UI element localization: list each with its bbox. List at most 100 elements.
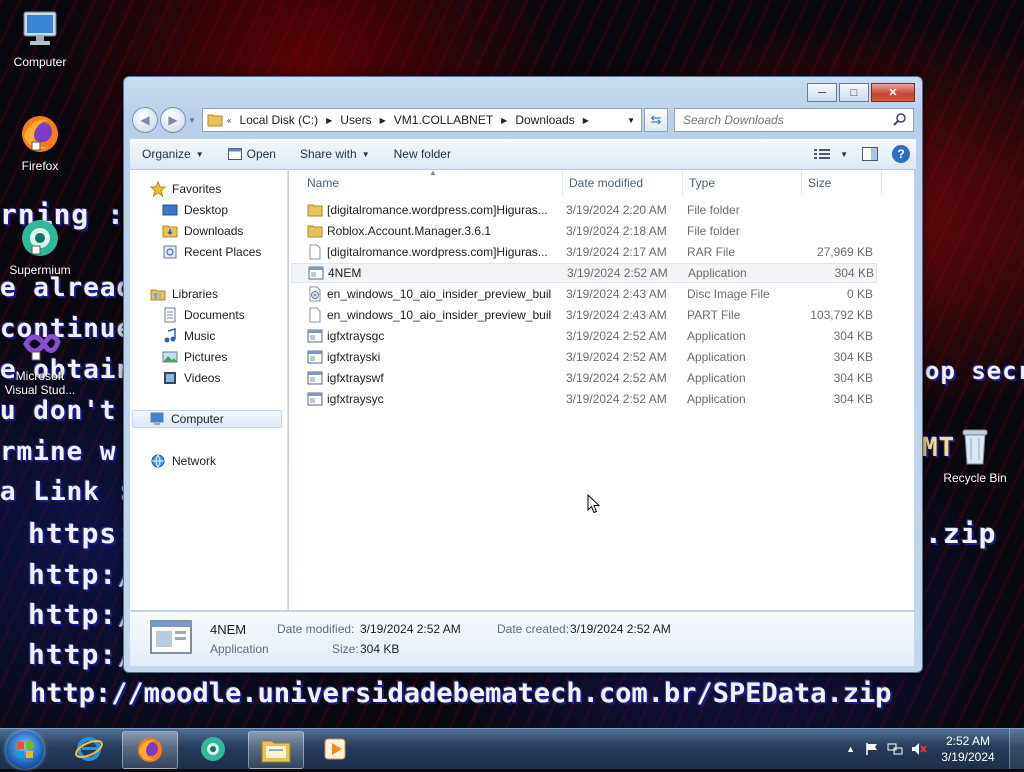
breadcrumb-users[interactable]: Users xyxy=(336,113,375,127)
breadcrumb-separator-icon[interactable]: ▶ xyxy=(579,116,593,125)
desktop-icon-computer[interactable]: Computer xyxy=(0,8,80,69)
open-label: Open xyxy=(246,147,276,161)
wallpaper-text: a Link : xyxy=(0,477,134,507)
table-row[interactable]: [digitalromance.wordpress.com]Higuras...… xyxy=(291,242,877,262)
new-folder-button[interactable]: New folder xyxy=(382,142,463,166)
nav-label: Computer xyxy=(171,412,224,426)
table-row[interactable]: [digitalromance.wordpress.com]Higuras...… xyxy=(291,200,877,220)
help-button[interactable]: ? xyxy=(886,142,916,166)
taskbar-supermium[interactable] xyxy=(186,731,240,767)
media-player-icon xyxy=(324,738,346,760)
desktop-icon-supermium[interactable]: Supermium xyxy=(0,216,80,277)
new-folder-label: New folder xyxy=(393,147,451,161)
taskbar-firefox[interactable] xyxy=(122,731,178,769)
minimize-button[interactable]: ─ xyxy=(807,83,837,102)
show-hidden-icons-icon[interactable]: ▲ xyxy=(846,744,855,754)
change-view-button[interactable]: ▼ xyxy=(808,142,854,166)
table-row[interactable]: igfxtrayski 3/19/2024 2:52 AM Application 3… xyxy=(291,347,877,367)
application-icon xyxy=(307,349,323,365)
nav-videos[interactable]: Videos xyxy=(162,369,220,387)
breadcrumb-user-folder[interactable]: VM1.COLLABNET xyxy=(390,113,497,127)
action-center-flag-icon[interactable] xyxy=(865,742,879,756)
column-header-size[interactable]: Size xyxy=(802,170,882,196)
search-box[interactable] xyxy=(674,108,914,132)
share-with-button[interactable]: Share with ▼ xyxy=(288,142,382,166)
file-date-modified: 3/19/2024 2:43 AM xyxy=(566,308,667,322)
address-bar[interactable]: « Local Disk (C:) ▶ Users ▶ VM1.COLLABNE… xyxy=(202,108,642,132)
nav-recent-places[interactable]: Recent Places xyxy=(162,243,261,261)
nav-favorites[interactable]: Favorites xyxy=(149,180,221,198)
chevron-down-icon: ▼ xyxy=(361,149,370,159)
wallpaper-text: http:/ xyxy=(28,598,136,631)
nav-desktop[interactable]: Desktop xyxy=(162,201,228,219)
desktop-icon-recycle-bin[interactable]: Recycle Bin xyxy=(935,424,1015,485)
address-overflow-icon[interactable]: « xyxy=(223,116,235,125)
file-date-modified: 3/19/2024 2:52 AM xyxy=(566,392,667,406)
preview-pane-button[interactable] xyxy=(854,142,886,166)
table-row[interactable]: igfxtrayswf 3/19/2024 2:52 AM Application 3… xyxy=(291,368,877,388)
details-file-name: 4NEM xyxy=(210,622,247,637)
taskbar-media-player[interactable] xyxy=(308,731,362,767)
network-status-icon[interactable] xyxy=(887,742,903,756)
table-row[interactable]: igfxtraysyc 3/19/2024 2:52 AM Application 3… xyxy=(291,389,877,409)
nav-pictures[interactable]: Pictures xyxy=(162,348,227,366)
nav-computer[interactable]: Computer xyxy=(132,410,282,428)
breadcrumb-downloads[interactable]: Downloads xyxy=(511,113,578,127)
back-button[interactable]: ◀ xyxy=(132,107,158,133)
refresh-button[interactable]: ⇆ xyxy=(644,108,668,132)
breadcrumb-separator-icon[interactable]: ▶ xyxy=(376,116,390,125)
table-row[interactable]: Roblox.Account.Manager.3.6.1 3/19/2024 2:… xyxy=(291,221,877,241)
downloads-folder-icon xyxy=(162,223,178,239)
file-name: [digitalromance.wordpress.com]Higuras... xyxy=(327,245,548,259)
file-date-modified: 3/19/2024 2:17 AM xyxy=(566,245,667,259)
nav-network[interactable]: Network xyxy=(150,452,216,470)
clock[interactable]: 2:52 AM 3/19/2024 xyxy=(933,733,1003,765)
volume-muted-icon[interactable] xyxy=(911,742,927,756)
file-icon xyxy=(307,244,323,260)
desktop-icon-visual-studio[interactable]: Microsoft Visual Stud... xyxy=(0,322,80,397)
details-size: 304 KB xyxy=(360,642,400,656)
recent-pages-dropdown[interactable]: ▼ xyxy=(188,116,198,125)
start-button[interactable] xyxy=(6,731,44,769)
details-size-label: Size: xyxy=(332,642,359,656)
windows-logo-icon xyxy=(17,742,33,758)
taskbar-windows-explorer[interactable] xyxy=(248,731,304,769)
nav-libraries[interactable]: Libraries xyxy=(150,285,218,303)
column-header-date-modified[interactable]: Date modified xyxy=(563,170,683,196)
file-size: 304 KB xyxy=(834,266,874,280)
desktop-icon-firefox[interactable]: Firefox xyxy=(0,112,80,173)
explorer-window: ─ □ ✕ ◀ ▶ ▼ « Local Disk (C:) ▶ Users ▶ … xyxy=(123,76,923,673)
open-button[interactable]: Open xyxy=(216,142,288,166)
table-row[interactable]: 4NEM 3/19/2024 2:52 AM Application 304 KB xyxy=(291,263,877,283)
close-button[interactable]: ✕ xyxy=(871,83,915,102)
nav-music[interactable]: Music xyxy=(162,327,215,345)
maximize-button[interactable]: □ xyxy=(839,83,869,102)
organize-label: Organize xyxy=(142,147,191,161)
mouse-cursor-icon xyxy=(587,493,601,517)
nav-label: Desktop xyxy=(184,203,229,217)
desktop-icon xyxy=(162,202,178,218)
breadcrumb-separator-icon[interactable]: ▶ xyxy=(497,116,511,125)
taskbar-internet-explorer[interactable] xyxy=(62,731,116,767)
address-dropdown-icon[interactable]: ▼ xyxy=(627,116,635,125)
file-date-modified: 3/19/2024 2:52 AM xyxy=(567,266,668,280)
column-label: Size xyxy=(808,176,832,190)
column-header-name[interactable]: Name ▲ xyxy=(301,168,563,196)
breadcrumb-separator-icon[interactable]: ▶ xyxy=(322,116,336,125)
search-input[interactable] xyxy=(681,112,885,128)
table-row[interactable]: en_windows_10_aio_insider_preview_buil..… xyxy=(291,305,877,325)
organize-button[interactable]: Organize ▼ xyxy=(130,142,216,166)
nav-downloads[interactable]: Downloads xyxy=(162,222,243,240)
search-icon[interactable] xyxy=(893,112,907,129)
system-tray: ▲ 2:52 AM 3/19/2024 xyxy=(846,729,1024,769)
show-desktop-button[interactable] xyxy=(1009,729,1024,769)
details-date-created-label: Date created: xyxy=(497,622,570,636)
nav-label: Documents xyxy=(184,308,245,322)
table-row[interactable]: igfxtraysgc 3/19/2024 2:52 AM Application 3… xyxy=(291,326,877,346)
column-header-type[interactable]: Type xyxy=(683,170,802,196)
file-date-modified: 3/19/2024 2:18 AM xyxy=(566,224,667,238)
forward-button[interactable]: ▶ xyxy=(160,107,186,133)
nav-documents[interactable]: Documents xyxy=(162,306,245,324)
breadcrumb-local-disk[interactable]: Local Disk (C:) xyxy=(235,113,322,127)
table-row[interactable]: en_windows_10_aio_insider_preview_buil..… xyxy=(291,284,877,304)
